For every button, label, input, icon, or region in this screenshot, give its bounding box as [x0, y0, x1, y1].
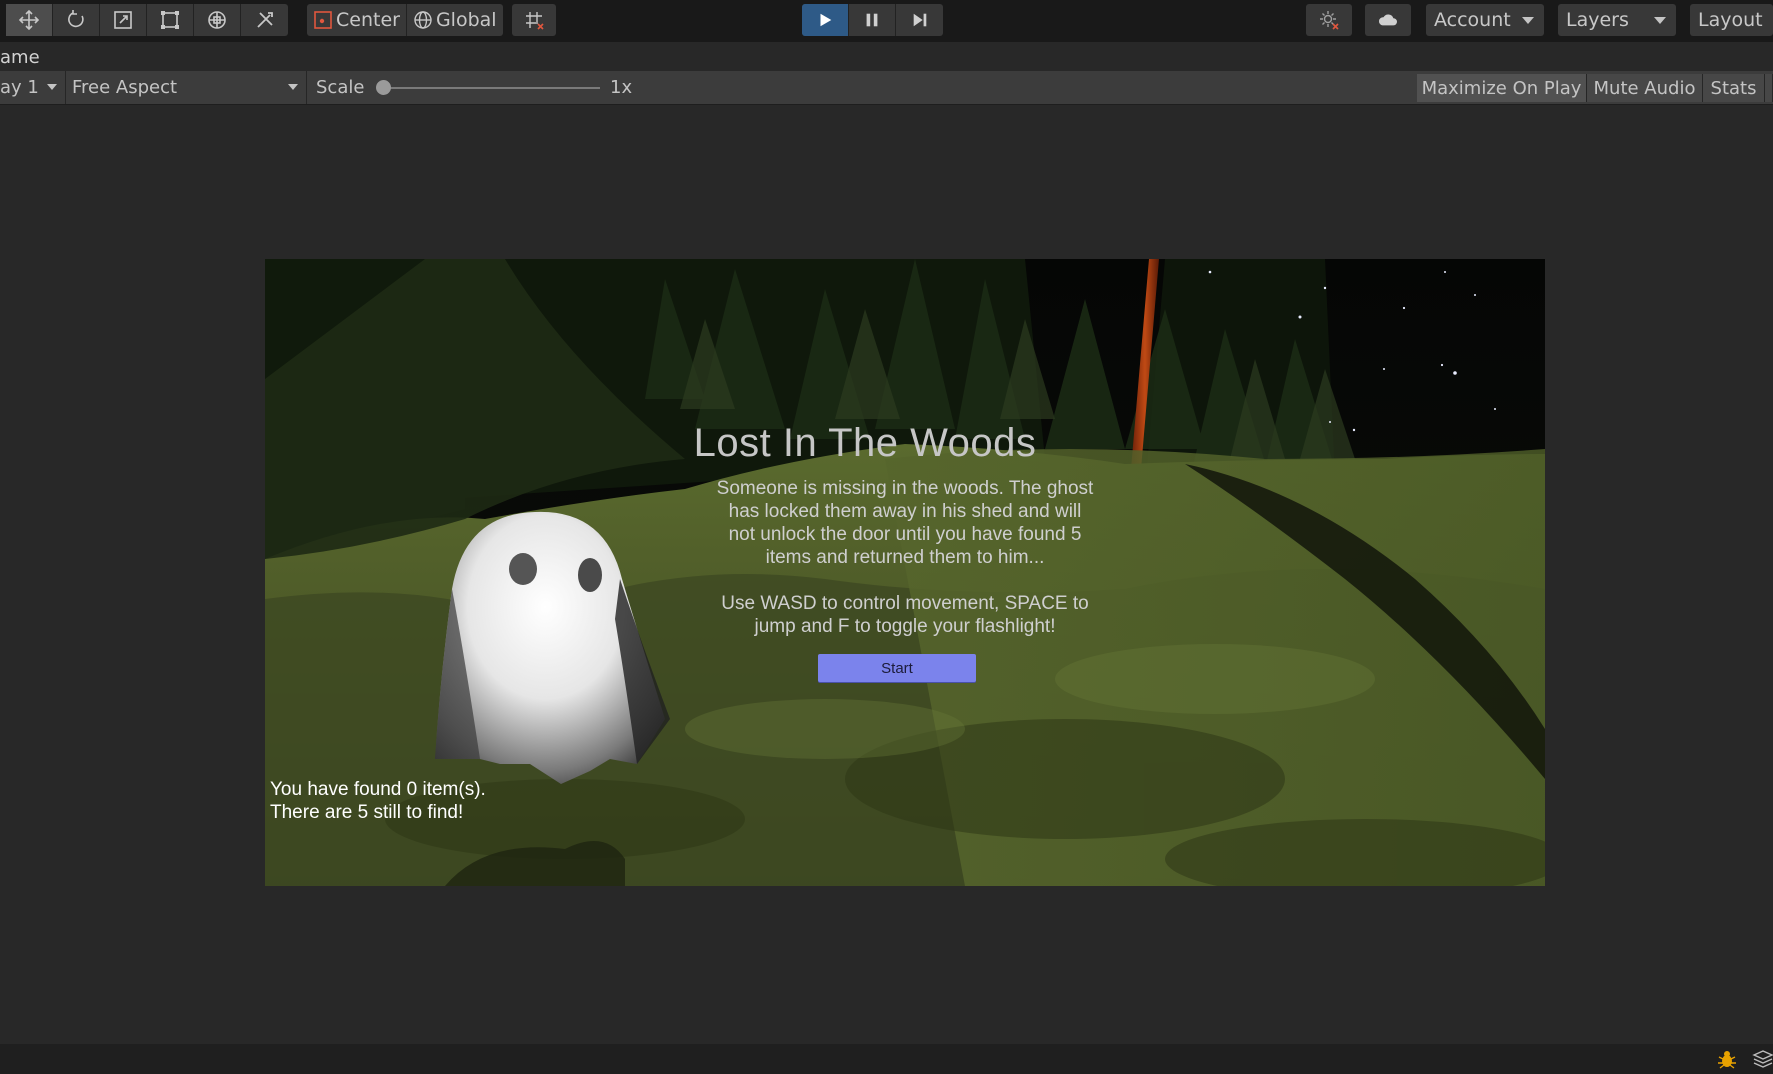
game-tab-row: ame: [0, 42, 1773, 71]
start-button[interactable]: Start: [818, 654, 976, 682]
controls-line: jump and F to toggle your flashlight!: [754, 616, 1056, 637]
mute-audio-label: Mute Audio: [1593, 77, 1696, 99]
rotate-tool-icon[interactable]: [53, 4, 100, 36]
pivot-center-icon: [314, 11, 332, 29]
found-line: You have found 0 item(s).: [270, 779, 486, 800]
collab-button[interactable]: [1306, 4, 1352, 36]
move-tool-icon[interactable]: [6, 4, 53, 36]
bug-icon[interactable]: [1716, 1049, 1738, 1069]
status-bar: [0, 1044, 1773, 1074]
globe-icon: [414, 11, 432, 29]
mute-audio-toggle[interactable]: Mute Audio: [1587, 74, 1703, 102]
found-line: There are 5 still to find!: [270, 802, 464, 823]
game-controls-text: Use WASD to control movement, SPACE to j…: [705, 592, 1105, 638]
gizmos-toggle[interactable]: [1765, 74, 1773, 102]
tab-game[interactable]: ame: [0, 47, 40, 68]
pivot-global-label: Global: [435, 9, 497, 31]
maximize-on-play-label: Maximize On Play: [1421, 77, 1582, 99]
pause-button[interactable]: [849, 4, 896, 36]
account-dropdown[interactable]: Account: [1426, 4, 1544, 36]
game-viewport[interactable]: Lost In The Woods Someone is missing in …: [265, 259, 1545, 886]
start-label: Start: [881, 659, 913, 677]
step-button[interactable]: [896, 4, 943, 36]
step-icon: [913, 13, 926, 27]
display-label: ay 1: [0, 77, 39, 98]
layers-label: Layers: [1566, 9, 1629, 31]
layout-label: Layout: [1698, 9, 1763, 31]
items-found-text: You have found 0 item(s). There are 5 st…: [270, 778, 486, 824]
scale-tool-icon[interactable]: [100, 4, 147, 36]
game-ui-overlay: Lost In The Woods Someone is missing in …: [265, 259, 1545, 886]
chevron-down-icon: [47, 84, 57, 90]
description-line: not unlock the door until you have found…: [728, 524, 1082, 545]
rect-tool-icon[interactable]: [147, 4, 194, 36]
cloud-icon: [1378, 14, 1397, 26]
layers-dropdown[interactable]: Layers: [1558, 4, 1676, 36]
cloud-button[interactable]: [1365, 4, 1411, 36]
play-controls: [802, 4, 943, 36]
pivot-center-toggle[interactable]: Center: [307, 4, 407, 36]
game-description: Someone is missing in the woods. The gho…: [705, 477, 1105, 569]
stats-label: Stats: [1710, 77, 1757, 99]
description-line: items and returned them to him...: [765, 547, 1045, 568]
game-view-toolbar: ay 1 Free Aspect Scale 1x Maximize On Pl…: [0, 71, 1773, 105]
description-line: has locked them away in his shed and wil…: [728, 501, 1082, 522]
scale-slider-track[interactable]: [382, 87, 600, 89]
scale-label: Scale: [316, 77, 365, 98]
description-line: Someone is missing in the woods. The gho…: [716, 478, 1094, 499]
maximize-on-play-toggle[interactable]: Maximize On Play: [1417, 74, 1587, 102]
pivot-global-toggle[interactable]: Global: [407, 4, 503, 36]
chevron-down-icon: [1522, 17, 1534, 24]
game-title: Lost In The Woods: [693, 421, 1037, 465]
grid-snap-button[interactable]: [512, 4, 556, 36]
display-dropdown[interactable]: ay 1: [0, 71, 66, 104]
sun-x-icon: [1320, 11, 1339, 30]
transform-tool-icon[interactable]: [194, 4, 241, 36]
main-toolbar: Center Global Account Layers Layout: [0, 0, 1773, 42]
pivot-center-label: Center: [336, 9, 400, 31]
transform-tools: [6, 4, 288, 36]
pivot-toggles: Center Global: [307, 4, 503, 36]
layout-dropdown[interactable]: Layout: [1690, 4, 1773, 36]
play-icon: [820, 13, 832, 27]
chevron-down-icon: [288, 84, 298, 90]
play-button[interactable]: [802, 4, 849, 36]
account-label: Account: [1434, 9, 1511, 31]
chevron-down-icon: [1654, 17, 1666, 24]
scale-value-wrap: 1x: [610, 71, 640, 104]
custom-tool-icon[interactable]: [241, 4, 288, 36]
aspect-label: Free Aspect: [72, 77, 178, 98]
pause-icon: [866, 13, 878, 27]
scale-label-wrap: Scale: [316, 71, 376, 104]
scale-value: 1x: [610, 77, 633, 98]
stats-toggle[interactable]: Stats: [1703, 74, 1765, 102]
scale-slider-handle[interactable]: [376, 80, 391, 95]
controls-line: Use WASD to control movement, SPACE to: [721, 593, 1089, 614]
grid-snap-icon: [526, 12, 544, 30]
aspect-dropdown[interactable]: Free Aspect: [66, 71, 307, 104]
layers-stack-icon[interactable]: [1752, 1049, 1773, 1069]
